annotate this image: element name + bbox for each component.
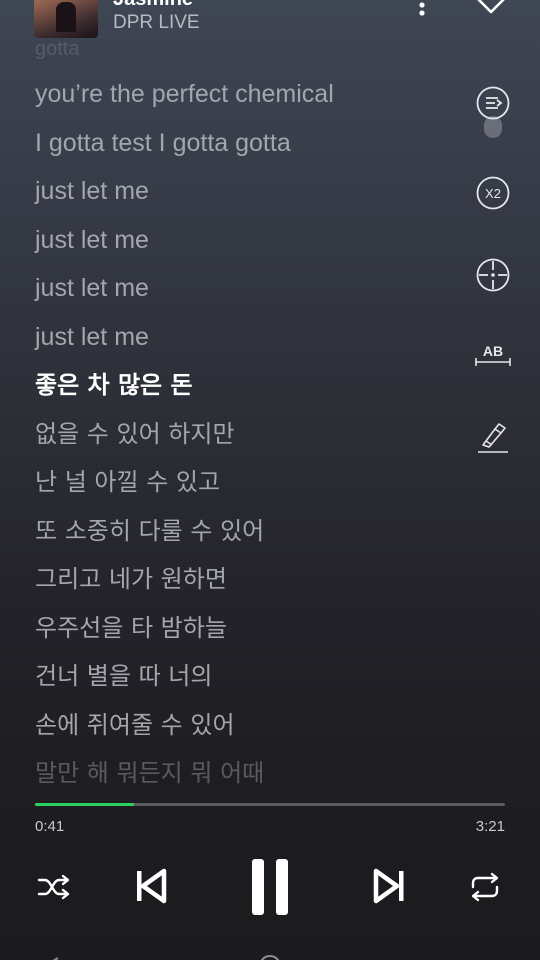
target-icon[interactable] bbox=[470, 252, 516, 298]
pause-icon[interactable] bbox=[244, 856, 296, 918]
progress-bar[interactable] bbox=[35, 803, 505, 806]
speed-label: X2 bbox=[485, 186, 501, 201]
lyric-line[interactable]: 우주선을 타 밤하늘 bbox=[35, 604, 465, 653]
highlight-pen-icon[interactable] bbox=[470, 414, 516, 460]
lyric-line[interactable]: just let me bbox=[35, 264, 465, 313]
lyric-line-active[interactable]: 좋은 차 많은 돈 bbox=[35, 361, 465, 410]
translate-ab-icon[interactable]: AB bbox=[470, 332, 516, 378]
speed-x2-icon[interactable]: X2 bbox=[470, 170, 516, 216]
lyric-line[interactable]: 난 널 아낄 수 있고 bbox=[35, 458, 465, 507]
lyric-line[interactable]: 또 소중히 다룰 수 있어 bbox=[35, 507, 465, 556]
lyric-line[interactable]: just let me bbox=[35, 216, 465, 265]
lyric-line[interactable]: 말만 해 뭐든지 뭐 어때 bbox=[35, 749, 465, 798]
more-options-icon[interactable] bbox=[412, 0, 432, 20]
progress-fill bbox=[35, 803, 134, 806]
elapsed-time: 0:41 bbox=[35, 818, 65, 835]
heart-icon[interactable] bbox=[474, 0, 508, 18]
lyric-line[interactable]: just let me bbox=[35, 313, 465, 362]
lyric-line[interactable]: gotta bbox=[35, 28, 465, 70]
lyrics-panel[interactable]: gotta you’re the perfect chemical I gotta … bbox=[35, 28, 465, 798]
next-icon[interactable] bbox=[370, 866, 410, 906]
total-time: 3:21 bbox=[475, 818, 505, 835]
lyric-line[interactable]: just let me bbox=[35, 167, 465, 216]
lyric-line[interactable]: I gotta test I gotta gotta bbox=[35, 119, 465, 168]
lyric-line[interactable]: 그리고 네가 원하면 bbox=[35, 555, 465, 604]
lyric-line[interactable]: 건너 별을 따 너의 bbox=[35, 652, 465, 701]
lyric-line[interactable]: 없을 수 있어 하지만 bbox=[35, 410, 465, 459]
lyric-line[interactable]: you’re the perfect chemical bbox=[35, 70, 465, 119]
song-title: Jasmine bbox=[113, 0, 193, 11]
previous-icon[interactable] bbox=[130, 866, 170, 906]
queue-icon[interactable] bbox=[470, 80, 516, 126]
lyric-line[interactable]: 손에 쥐여줄 수 있어 bbox=[35, 701, 465, 750]
bottom-bar-partial bbox=[0, 944, 540, 960]
shuffle-icon[interactable] bbox=[34, 868, 74, 906]
repeat-icon[interactable] bbox=[465, 868, 505, 906]
translate-label: AB bbox=[483, 343, 503, 359]
